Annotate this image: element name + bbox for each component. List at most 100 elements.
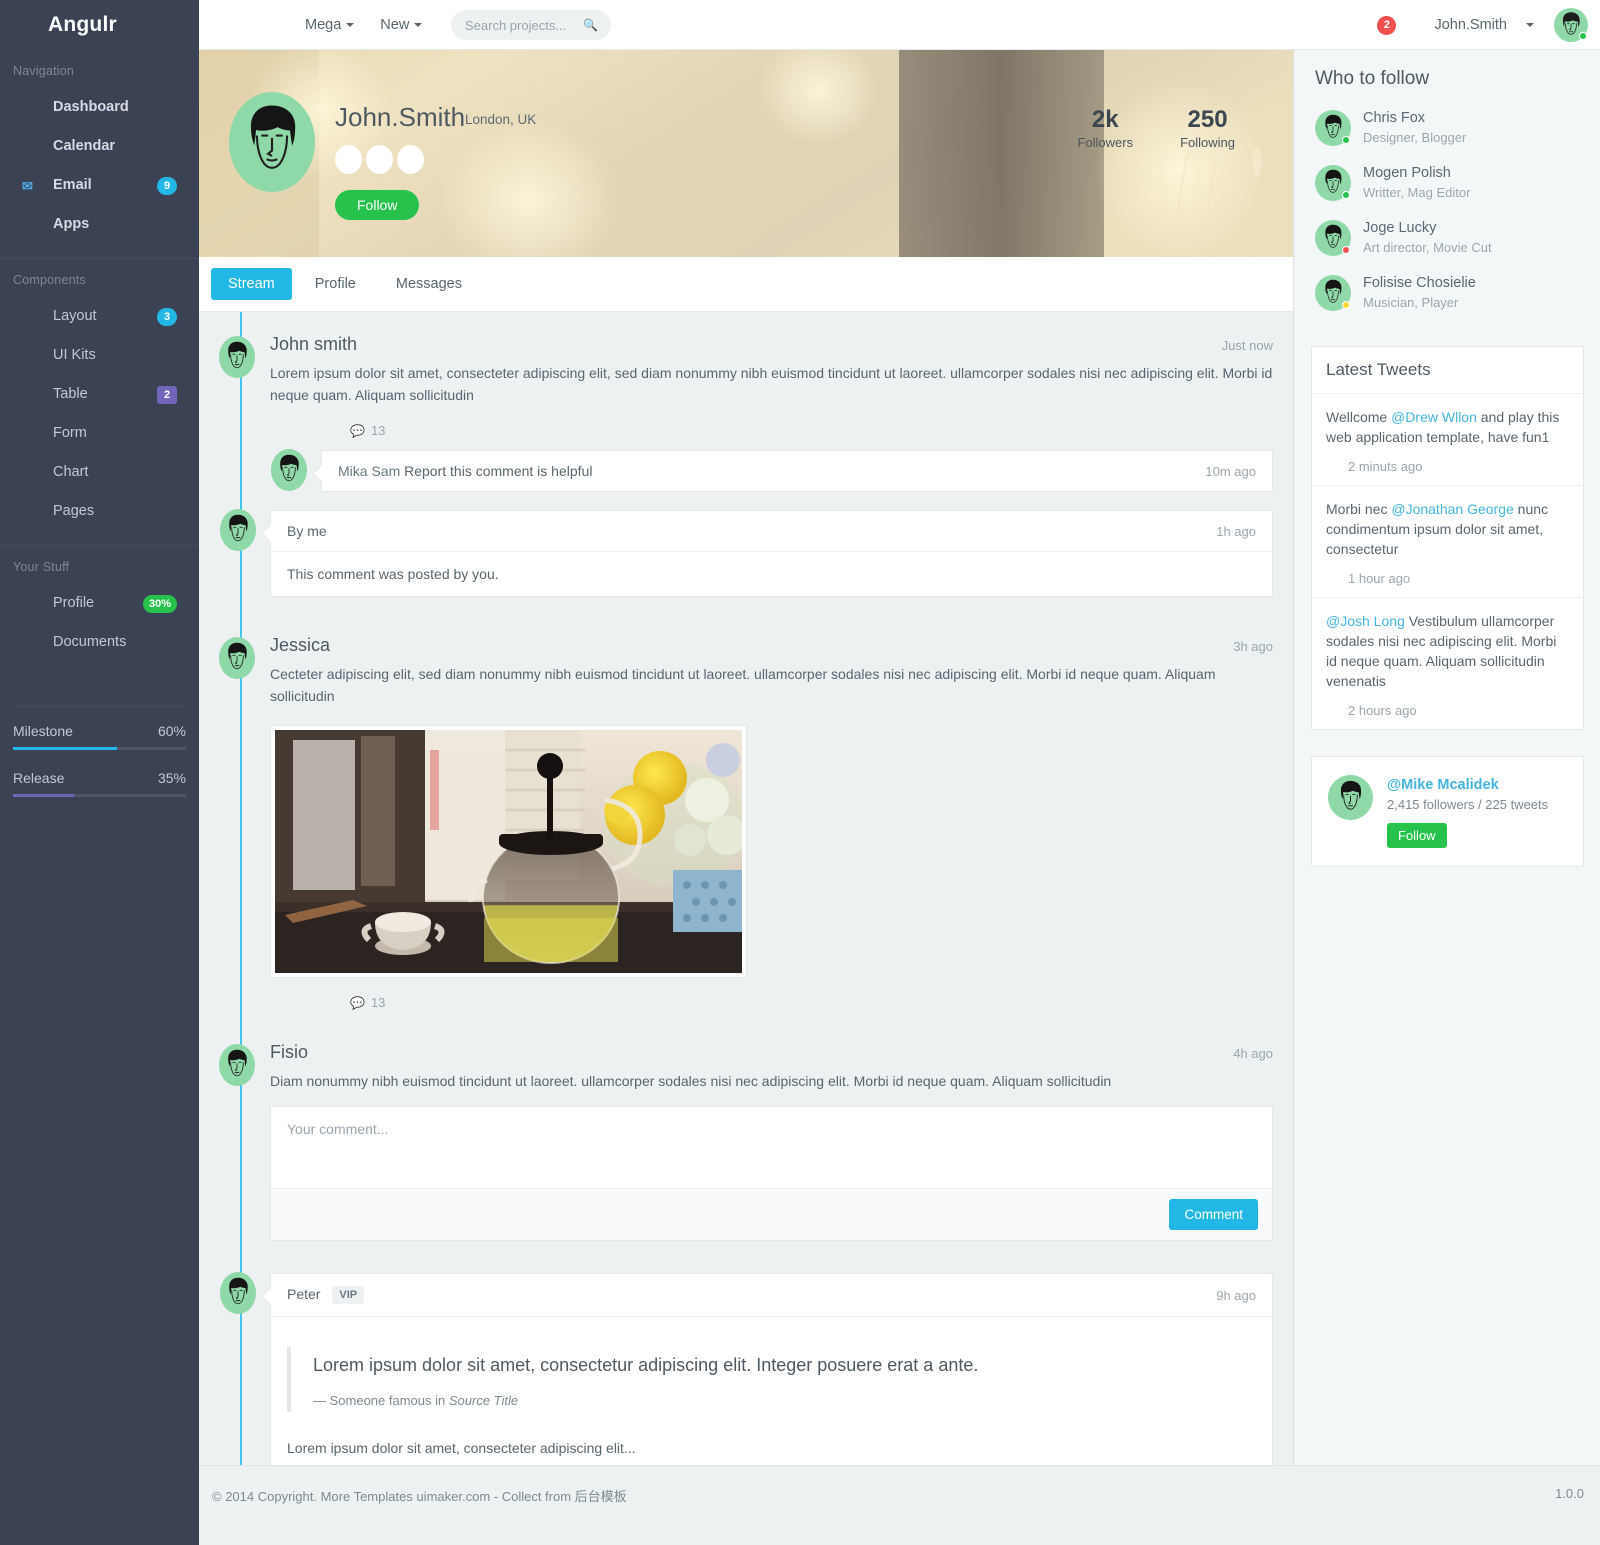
post-author[interactable]: Fisio bbox=[270, 1042, 308, 1063]
tweet-item: Morbi nec @Jonathan George nunc condimen… bbox=[1312, 486, 1583, 598]
follow-person-role: Musician, Player bbox=[1363, 295, 1459, 310]
user-menu-label[interactable]: John.Smith bbox=[1434, 17, 1507, 33]
friend-thumb[interactable] bbox=[335, 145, 362, 174]
sidebar-item-layout[interactable]: Layout 3 bbox=[0, 297, 199, 336]
comment-author-name[interactable]: Peter bbox=[287, 1286, 320, 1302]
mega-menu-button[interactable]: Mega bbox=[305, 17, 355, 33]
post-comment-count[interactable]: 💬 13 bbox=[270, 423, 1273, 438]
sidebar-item-documents[interactable]: Documents bbox=[0, 623, 199, 662]
profile-location: London, UK bbox=[465, 112, 537, 127]
comment-count-value: 13 bbox=[370, 423, 386, 438]
avatar-face-icon bbox=[219, 1044, 255, 1086]
sidebar-item-dashboard[interactable]: Dashboard bbox=[0, 88, 199, 127]
avatar-face-icon bbox=[220, 1272, 256, 1314]
latest-tweets-panel: Latest Tweets Wellcome @Drew Wllon and p… bbox=[1311, 346, 1584, 730]
avatar[interactable] bbox=[219, 637, 255, 679]
new-menu-button[interactable]: New bbox=[380, 17, 423, 33]
avatar[interactable] bbox=[1328, 775, 1373, 820]
stream-post: John smith Just now Lorem ipsum dolor si… bbox=[219, 334, 1273, 438]
follow-person-role: Designer, Blogger bbox=[1363, 130, 1467, 145]
comment-input[interactable] bbox=[271, 1107, 1272, 1183]
tweet-text: Morbi nec @Jonathan George nunc condimen… bbox=[1326, 499, 1569, 559]
sidebar-item-label: Email bbox=[53, 177, 92, 193]
twitter-follow-button[interactable]: Follow bbox=[1387, 823, 1447, 848]
comment-form: Comment bbox=[270, 1106, 1273, 1241]
sidebar-item-profile[interactable]: Profile 30% bbox=[0, 584, 199, 623]
comment-author-name[interactable]: Mika Sam bbox=[338, 463, 400, 479]
sidebar-item-ui-kits[interactable]: UI Kits bbox=[0, 336, 199, 375]
post-author[interactable]: John smith bbox=[270, 334, 357, 355]
tab-messages[interactable]: Messages bbox=[379, 268, 479, 300]
avatar[interactable] bbox=[220, 509, 256, 551]
search-box[interactable]: 🔍 bbox=[451, 10, 611, 40]
avatar-face-icon bbox=[219, 637, 255, 679]
search-icon[interactable]: 🔍 bbox=[583, 18, 598, 32]
avatar[interactable] bbox=[1315, 164, 1351, 201]
notification-badge[interactable]: 2 bbox=[1377, 15, 1397, 35]
avatar[interactable] bbox=[219, 336, 255, 378]
tab-profile[interactable]: Profile bbox=[298, 268, 373, 300]
avatar[interactable] bbox=[219, 1044, 255, 1086]
avatar[interactable] bbox=[1315, 274, 1351, 311]
follow-person-name: Folisise Chosielie bbox=[1363, 275, 1476, 291]
follow-person-name: Chris Fox bbox=[1363, 110, 1426, 126]
profile-avatar[interactable] bbox=[229, 92, 315, 192]
chevron-down-icon[interactable] bbox=[1526, 23, 1534, 27]
followers-label: Followers bbox=[1077, 135, 1134, 150]
sidebar-item-calendar[interactable]: Calendar bbox=[0, 127, 199, 166]
sidebar-item-table[interactable]: Table 2 bbox=[0, 375, 199, 414]
sidebar-item-label: Dashboard bbox=[53, 99, 129, 115]
comment-timestamp: 9h ago bbox=[1216, 1287, 1256, 1303]
avatar[interactable] bbox=[220, 1272, 256, 1314]
avatar[interactable] bbox=[1554, 8, 1588, 42]
tweet-mention-link[interactable]: @Drew Wllon bbox=[1391, 409, 1477, 425]
twitter-handle[interactable]: @Mike Mcalidek bbox=[1387, 775, 1548, 795]
search-input[interactable] bbox=[465, 17, 583, 33]
submit-comment-button[interactable]: Comment bbox=[1169, 1199, 1258, 1230]
comment-timestamp: 10m ago bbox=[1205, 463, 1256, 479]
brand-logo[interactable]: Angulr bbox=[0, 0, 199, 50]
sidebar-item-chart[interactable]: Chart bbox=[0, 453, 199, 492]
followers-stat: 2k Followers bbox=[1077, 105, 1133, 150]
avatar[interactable] bbox=[1315, 219, 1351, 256]
right-sidebar: Who to follow Chris Fox Designer, Blogger… bbox=[1295, 50, 1600, 1465]
tweet-text: @Josh Long Vestibulum ullamcorper sodale… bbox=[1326, 611, 1569, 691]
post-image-frame[interactable] bbox=[270, 725, 747, 978]
post-comment-count[interactable]: 💬 13 bbox=[270, 995, 1273, 1010]
avatar[interactable] bbox=[271, 449, 307, 491]
follow-suggestion-item[interactable]: Mogen Polish Writter, Mag Editor bbox=[1311, 155, 1584, 210]
meter-track bbox=[13, 794, 186, 797]
follow-button[interactable]: Follow bbox=[335, 190, 420, 220]
tweet-mention-link[interactable]: @Jonathan George bbox=[1391, 501, 1513, 517]
sidebar-item-form[interactable]: Form bbox=[0, 414, 199, 453]
quote-text: Lorem ipsum dolor sit amet, consectetur … bbox=[313, 1355, 979, 1376]
follow-person-role: Writter, Mag Editor bbox=[1363, 185, 1471, 200]
avatar[interactable] bbox=[1315, 109, 1351, 146]
sidebar-item-pages[interactable]: Pages bbox=[0, 492, 199, 531]
follow-suggestion-item[interactable]: Chris Fox Designer, Blogger bbox=[1311, 100, 1584, 155]
tab-stream[interactable]: Stream bbox=[211, 268, 292, 300]
post-body: Diam nonummy nibh euismod tincidunt ut l… bbox=[270, 1073, 1112, 1089]
follow-suggestion-item[interactable]: Joge Lucky Art director, Movie Cut bbox=[1311, 210, 1584, 265]
friend-thumb[interactable] bbox=[397, 145, 424, 174]
sidebar-meters: Milestone 60% Release 35% bbox=[0, 676, 199, 797]
tweet-mention-link[interactable]: @Josh Long bbox=[1326, 613, 1405, 629]
copyright-suffix: - Collect from 后台模板 bbox=[490, 1489, 627, 1504]
following-stat: 250 Following bbox=[1180, 105, 1235, 150]
sidebar-badge: 9 bbox=[157, 176, 177, 195]
post-author[interactable]: Jessica bbox=[270, 635, 330, 656]
sidebar-item-apps[interactable]: Apps bbox=[0, 205, 199, 244]
comment-author-name: By me bbox=[287, 523, 327, 539]
sidebar-item-label: Chart bbox=[53, 464, 89, 480]
follow-person-name: Mogen Polish bbox=[1363, 165, 1451, 181]
meter-fill bbox=[13, 794, 74, 797]
comment-text: Report this comment is helpful bbox=[404, 463, 593, 479]
activity-stream: John smith Just now Lorem ipsum dolor si… bbox=[199, 312, 1293, 1517]
friend-thumb[interactable] bbox=[366, 145, 393, 174]
new-menu-label: New bbox=[380, 17, 410, 33]
avatar-face-icon bbox=[219, 336, 255, 378]
uimaker-link[interactable]: uimaker.com bbox=[416, 1489, 490, 1504]
sidebar-item-email[interactable]: ✉ Email 9 bbox=[0, 166, 199, 205]
follow-suggestion-item[interactable]: Folisise Chosielie Musician, Player bbox=[1311, 265, 1584, 320]
status-dot bbox=[1342, 190, 1350, 199]
